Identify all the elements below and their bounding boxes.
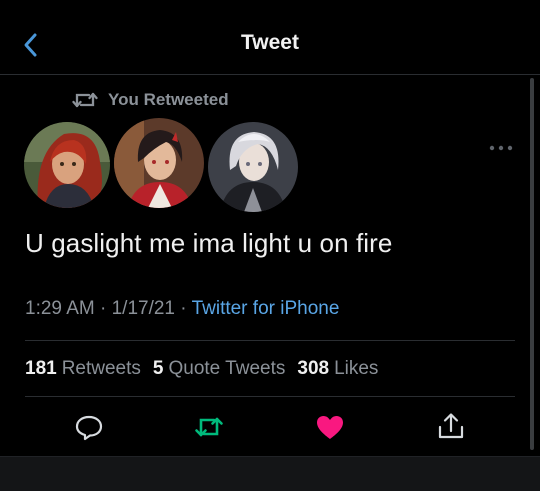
retweet-banner: You Retweeted: [72, 90, 229, 110]
quote-tweets-stat[interactable]: 5 Quote Tweets: [153, 358, 285, 380]
retweets-label: Retweets: [61, 358, 141, 379]
engagement-stats: 181 Retweets 5 Quote Tweets 308 Likes: [25, 358, 378, 380]
scrollbar[interactable]: [530, 78, 534, 450]
share-icon[interactable]: [434, 410, 468, 444]
avatar-character-dark-hair[interactable]: [114, 118, 204, 208]
heart-icon[interactable]: [313, 410, 347, 444]
tweet-text: U gaslight me ima light u on fire: [25, 228, 393, 258]
tweet-action-bar: [0, 410, 540, 448]
avatar-character-white-hair[interactable]: [208, 122, 298, 212]
meta-separator: ·: [100, 298, 107, 319]
likes-label: Likes: [334, 358, 379, 379]
page-title: Tweet: [241, 31, 299, 54]
retweet-icon: [72, 91, 98, 109]
retweets-stat[interactable]: 181 Retweets: [25, 358, 141, 380]
divider: [25, 396, 515, 397]
likes-count: 308: [297, 358, 330, 379]
reply-composer-area[interactable]: [0, 456, 540, 491]
more-dots-icon[interactable]: [488, 140, 514, 158]
retweet-banner-label: You Retweeted: [108, 90, 229, 109]
quote-tweets-count: 5: [152, 358, 164, 379]
quote-tweets-label: Quote Tweets: [168, 358, 286, 379]
retweet-button-icon[interactable]: [192, 410, 226, 444]
retweets-count: 181: [25, 358, 57, 379]
profile-avatar-group[interactable]: [24, 118, 304, 212]
reply-icon[interactable]: [72, 410, 106, 444]
tweet-metadata: 1:29 AM · 1/17/21 · Twitter for iPhone: [25, 298, 339, 320]
tweet-date: 1/17/21: [111, 298, 176, 319]
divider: [25, 340, 515, 341]
navigation-bar: Tweet: [0, 0, 540, 75]
likes-stat[interactable]: 308 Likes: [297, 358, 378, 380]
meta-separator: ·: [180, 298, 187, 319]
tweet-source-link[interactable]: Twitter for iPhone: [192, 298, 340, 319]
avatar-character-red-hair[interactable]: [24, 122, 110, 208]
tweet-time: 1:29 AM: [25, 298, 95, 319]
